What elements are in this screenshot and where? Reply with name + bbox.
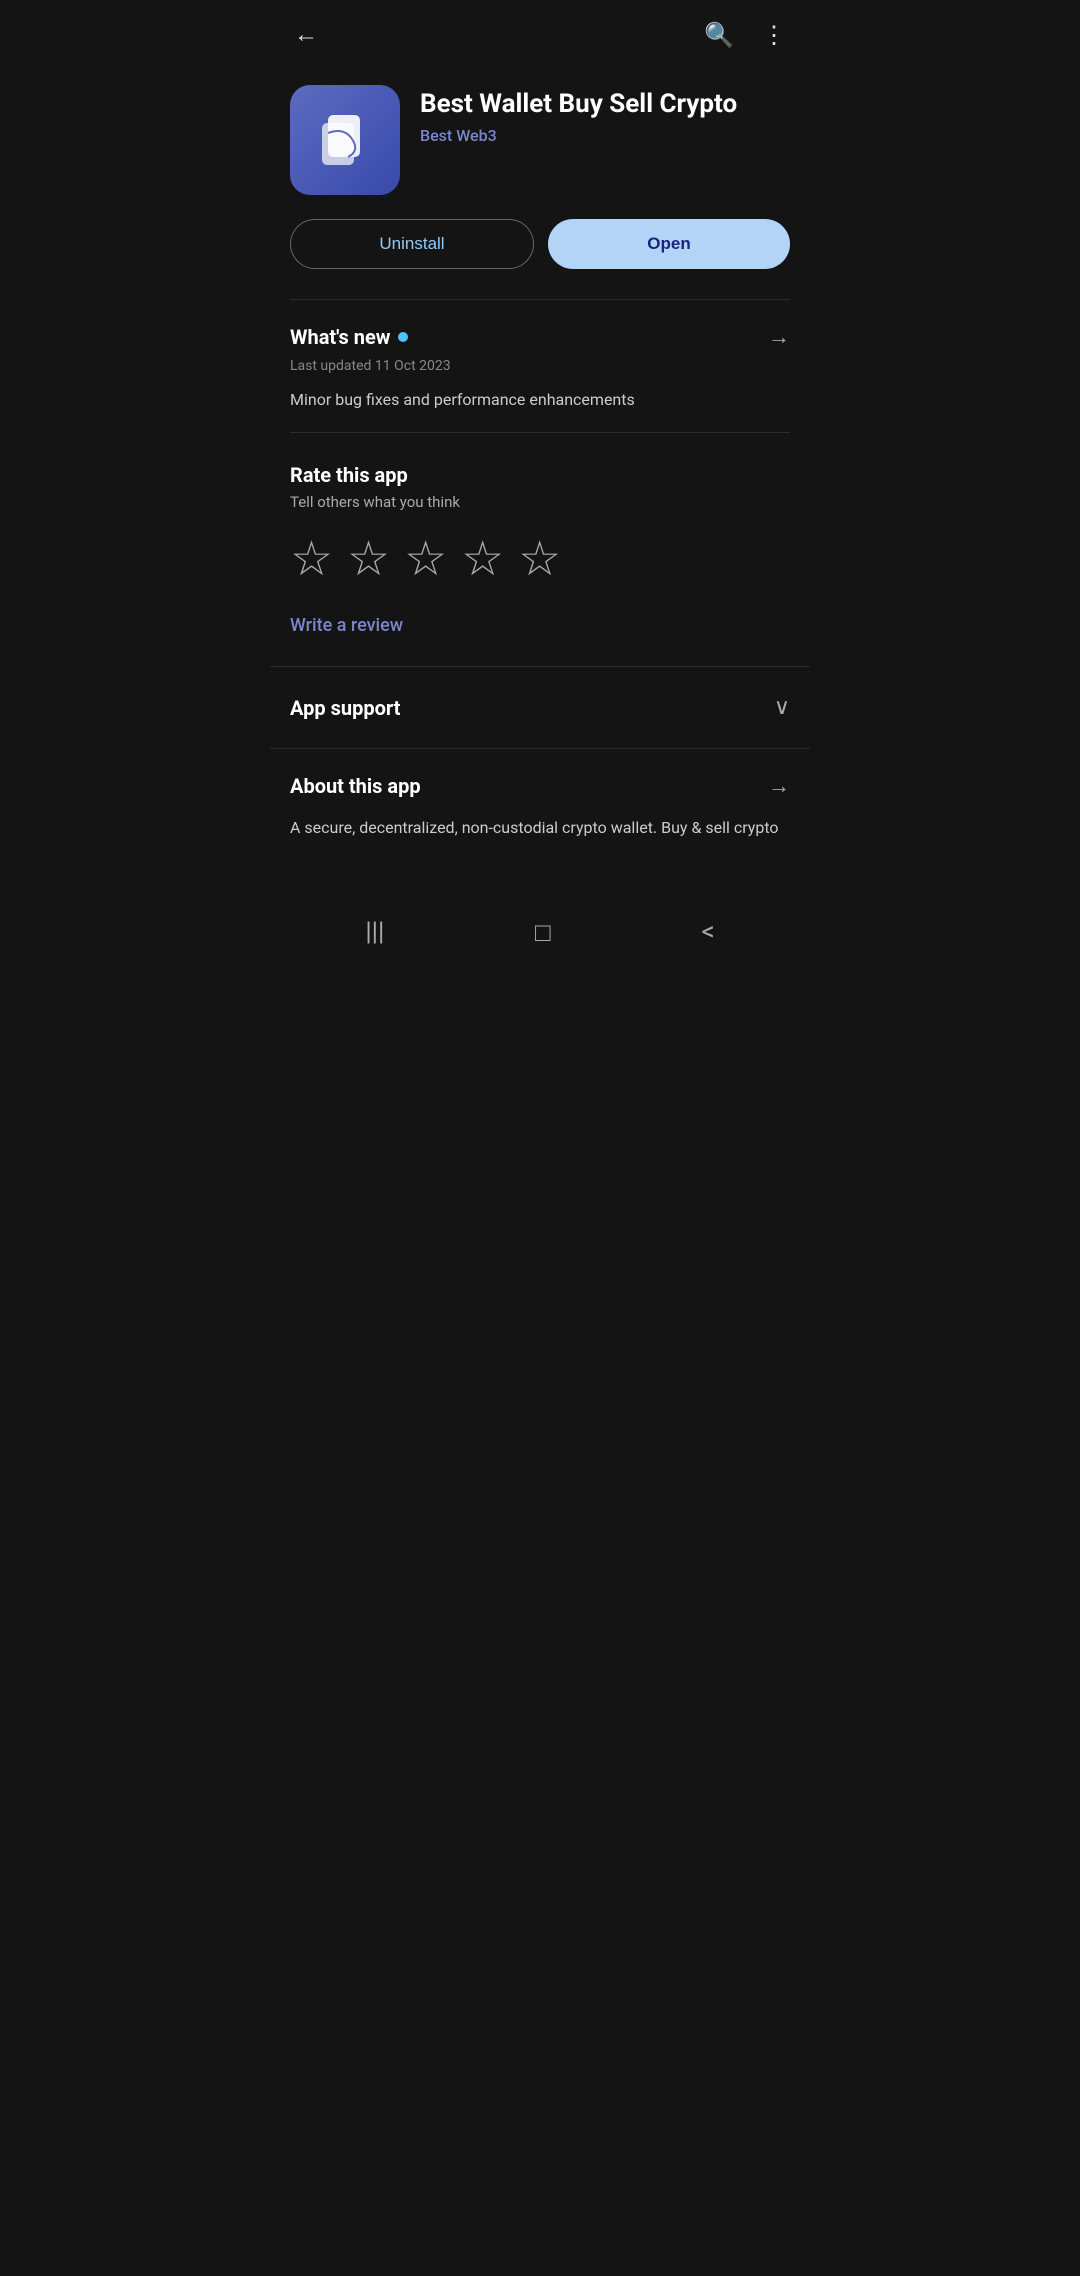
section-title-row: What's new bbox=[290, 325, 408, 349]
more-options-icon[interactable]: ⋮ bbox=[758, 17, 790, 53]
rate-title: Rate this app bbox=[290, 463, 790, 487]
star-3[interactable]: ☆ bbox=[404, 535, 447, 583]
star-5[interactable]: ☆ bbox=[518, 535, 561, 583]
star-4[interactable]: ☆ bbox=[461, 535, 504, 583]
stars-row: ☆ ☆ ☆ ☆ ☆ bbox=[290, 535, 790, 583]
last-updated-text: Last updated 11 Oct 2023 bbox=[290, 358, 790, 374]
action-buttons-row: Uninstall Open bbox=[270, 219, 810, 299]
rate-subtitle: Tell others what you think bbox=[290, 493, 790, 511]
chevron-down-icon: ∨ bbox=[774, 695, 790, 720]
about-body-text: A secure, decentralized, non-custodial c… bbox=[290, 815, 790, 841]
blue-dot-indicator bbox=[398, 332, 408, 342]
bottom-nav-bar: ||| □ < bbox=[270, 901, 810, 972]
top-nav-bar: ← 🔍 ⋮ bbox=[270, 0, 810, 69]
search-icon[interactable]: 🔍 bbox=[700, 17, 738, 53]
about-title: About this app bbox=[290, 774, 421, 798]
about-section: About this app → A secure, decentralized… bbox=[270, 748, 810, 861]
open-button[interactable]: Open bbox=[548, 219, 790, 269]
app-header: Best Wallet Buy Sell Crypto Best Web3 bbox=[270, 69, 810, 219]
recent-apps-icon[interactable]: ||| bbox=[365, 917, 384, 947]
about-header: About this app → bbox=[290, 773, 790, 799]
whats-new-arrow[interactable]: → bbox=[768, 324, 790, 350]
uninstall-button[interactable]: Uninstall bbox=[290, 219, 534, 269]
app-support-section[interactable]: App support ∨ bbox=[270, 666, 810, 748]
whats-new-body: Minor bug fixes and performance enhancem… bbox=[290, 388, 790, 412]
whats-new-section: What's new → Last updated 11 Oct 2023 Mi… bbox=[270, 300, 810, 432]
back-button[interactable]: ← bbox=[290, 16, 322, 53]
star-1[interactable]: ☆ bbox=[290, 535, 333, 583]
whats-new-header: What's new → bbox=[290, 324, 790, 350]
app-support-title: App support bbox=[290, 696, 400, 720]
home-icon[interactable]: □ bbox=[535, 917, 551, 948]
about-arrow-icon[interactable]: → bbox=[768, 773, 790, 799]
app-icon bbox=[290, 85, 400, 195]
rate-section: Rate this app Tell others what you think… bbox=[270, 433, 810, 650]
app-info: Best Wallet Buy Sell Crypto Best Web3 bbox=[420, 85, 737, 145]
app-developer[interactable]: Best Web3 bbox=[420, 126, 737, 145]
nav-right-icons: 🔍 ⋮ bbox=[700, 17, 790, 53]
app-title: Best Wallet Buy Sell Crypto bbox=[420, 89, 737, 120]
write-review-link[interactable]: Write a review bbox=[290, 611, 790, 640]
star-2[interactable]: ☆ bbox=[347, 535, 390, 583]
whats-new-title: What's new bbox=[290, 325, 390, 349]
back-nav-icon[interactable]: < bbox=[701, 917, 714, 947]
